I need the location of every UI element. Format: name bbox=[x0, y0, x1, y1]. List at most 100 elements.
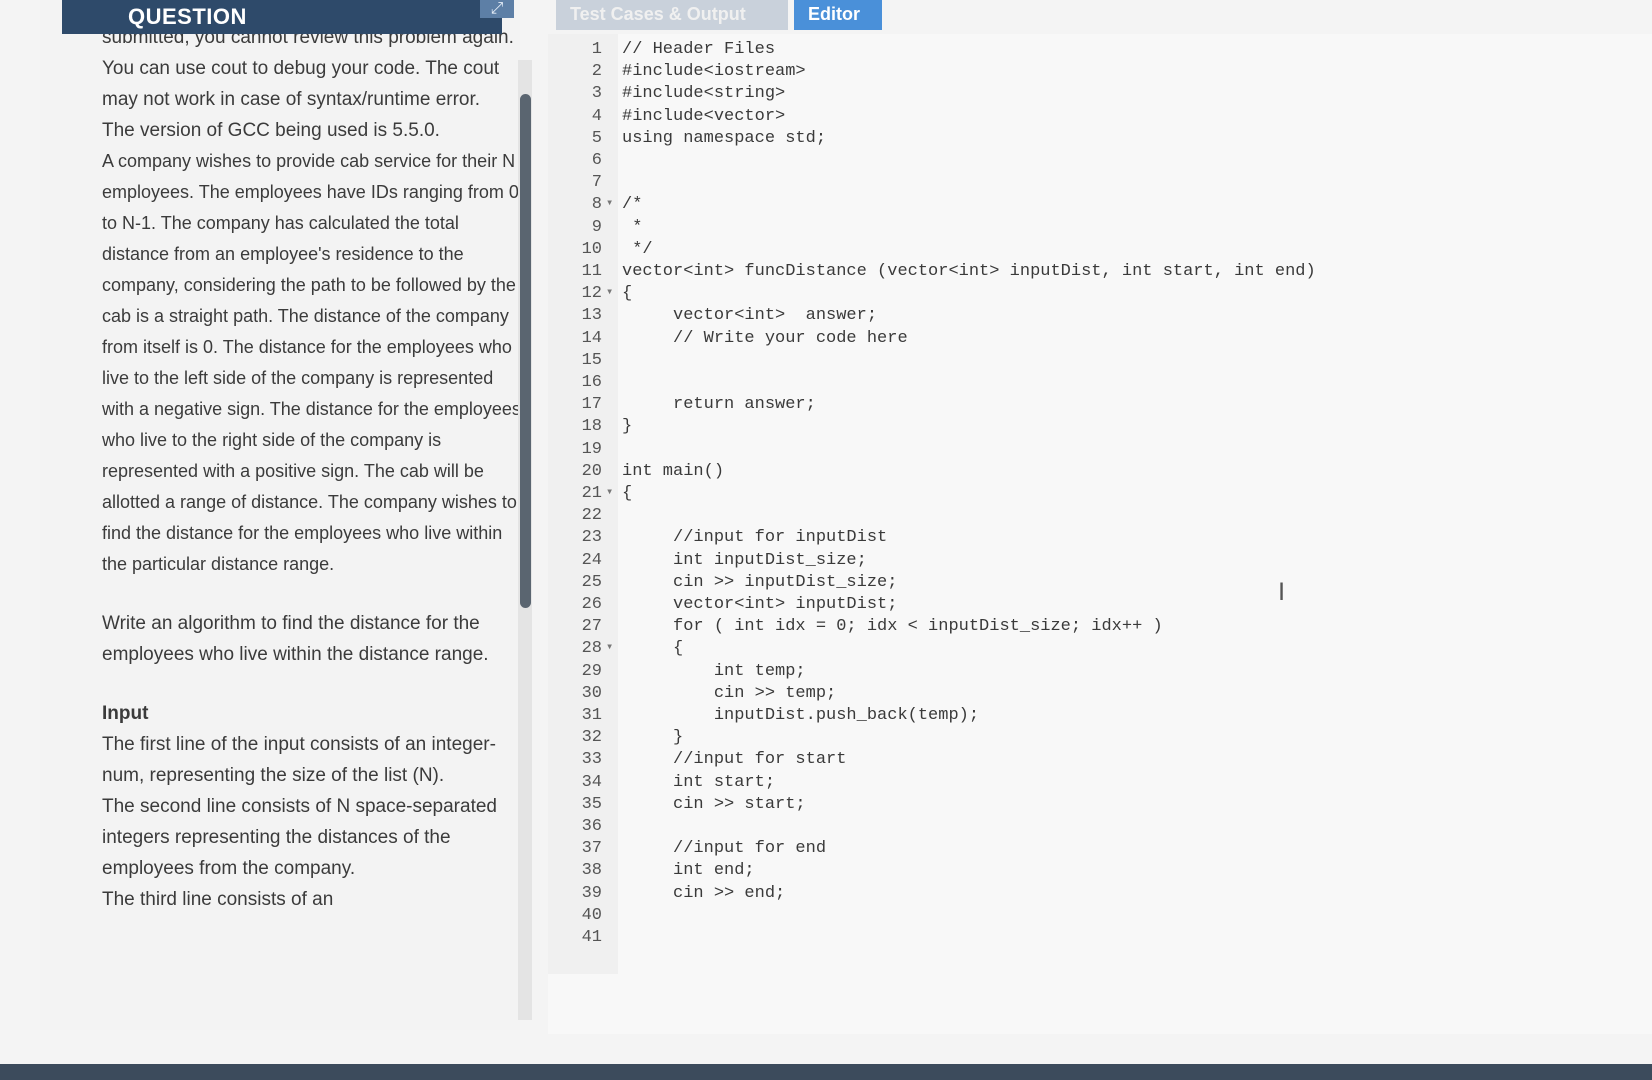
code-text: #include<vector> bbox=[622, 106, 786, 126]
code-text: * bbox=[622, 217, 643, 237]
code-line[interactable]: 35 cin >> start; bbox=[548, 795, 1608, 817]
code-line[interactable]: 17 return answer; bbox=[548, 395, 1608, 417]
line-number: 21 bbox=[581, 484, 602, 503]
fold-toggle-icon[interactable]: ▾ bbox=[606, 484, 613, 499]
line-number: 28 bbox=[581, 639, 602, 659]
text-cursor-icon: I bbox=[1278, 578, 1286, 606]
code-text: { bbox=[622, 484, 633, 503]
code-text: // Write your code here bbox=[622, 328, 908, 348]
code-line[interactable]: 14 // Write your code here bbox=[548, 329, 1608, 351]
code-line[interactable]: 33 //input for start bbox=[548, 750, 1608, 772]
code-line[interactable]: 32 } bbox=[548, 728, 1608, 750]
taskbar bbox=[0, 1064, 1652, 1080]
code-line[interactable]: 27 for ( int idx = 0; idx < inputDist_si… bbox=[548, 617, 1608, 639]
code-line[interactable]: 40 bbox=[548, 906, 1608, 928]
code-line[interactable]: 30 cin >> temp; bbox=[548, 684, 1608, 706]
code-text: int end; bbox=[622, 861, 755, 881]
tab-test-cases-output[interactable]: Test Cases & Output bbox=[556, 0, 788, 30]
code-line[interactable]: 39 cin >> end; bbox=[548, 884, 1608, 906]
code-line[interactable]: 2 #include<iostream> bbox=[548, 62, 1608, 84]
code-line[interactable]: 19 bbox=[548, 440, 1608, 462]
code-line[interactable]: 37 //input for end bbox=[548, 839, 1608, 861]
line-number: 15 bbox=[581, 350, 602, 370]
collapse-icon: ⤢ bbox=[490, 0, 504, 17]
code-line[interactable]: 12 ▾ { bbox=[548, 284, 1608, 306]
line-number: 31 bbox=[581, 706, 602, 725]
line-number: 26 bbox=[581, 595, 602, 614]
line-number: 38 bbox=[581, 861, 602, 881]
fold-toggle-icon[interactable]: ▾ bbox=[606, 284, 613, 299]
code-line[interactable]: 23 //input for inputDist bbox=[548, 528, 1608, 550]
code-line[interactable]: 10 */ bbox=[548, 240, 1608, 262]
code-line[interactable]: 20 int main() bbox=[548, 462, 1608, 484]
line-number: 32 bbox=[581, 728, 602, 748]
input-heading: Input bbox=[102, 703, 149, 724]
screen: submitted, you cannot review this proble… bbox=[0, 0, 1652, 1064]
code-line[interactable]: 5 using namespace std; bbox=[548, 129, 1608, 151]
line-number: 29 bbox=[581, 661, 602, 681]
code-text: #include<string> bbox=[622, 84, 786, 104]
line-number: 6 bbox=[591, 151, 602, 170]
code-line[interactable]: 18} bbox=[548, 417, 1608, 439]
line-number: 3 bbox=[591, 84, 602, 104]
tab-editor[interactable]: Editor bbox=[794, 0, 882, 30]
code-line[interactable]: 41 bbox=[548, 928, 1608, 950]
code-text: using namespace std; bbox=[622, 128, 827, 148]
code-editor[interactable]: 1 // Header Files 2 #include<iostream> 3 #inc… bbox=[548, 34, 1652, 1034]
code-text: vector<int> inputDist; bbox=[622, 595, 898, 614]
line-number: 11 bbox=[581, 262, 602, 281]
input-line-2: The second line consists of N space-sepa… bbox=[102, 796, 497, 879]
code-text: return answer; bbox=[622, 395, 816, 415]
line-number: 2 bbox=[591, 62, 602, 82]
fold-toggle-icon[interactable]: ▾ bbox=[606, 639, 613, 654]
code-text: // Header Files bbox=[622, 40, 776, 59]
code-line[interactable]: 38 int end; bbox=[548, 861, 1608, 883]
code-line[interactable]: 9 * bbox=[548, 218, 1608, 240]
question-paragraph: submitted, you cannot review this proble… bbox=[102, 27, 514, 110]
line-number: 40 bbox=[581, 905, 602, 925]
question-text: submitted, you cannot review this proble… bbox=[102, 16, 520, 915]
collapse-panel-button[interactable]: ⤢ bbox=[480, 0, 514, 18]
code-text: { bbox=[622, 639, 684, 659]
code-text: vector<int> funcDistance (vector<int> in… bbox=[622, 262, 1316, 281]
code-text: for ( int idx = 0; idx < inputDist_size;… bbox=[622, 617, 1163, 637]
code-line[interactable]: 24 int inputDist_size; bbox=[548, 551, 1608, 573]
code-line[interactable]: 28 ▾ { bbox=[548, 639, 1608, 661]
code-line[interactable]: 1 // Header Files bbox=[548, 40, 1608, 62]
problem-description: A company wishes to provide cab service … bbox=[102, 151, 520, 574]
scrollbar-thumb[interactable] bbox=[520, 94, 531, 608]
input-line-3: The third line consists of an bbox=[102, 889, 334, 910]
code-line[interactable]: 15 bbox=[548, 351, 1608, 373]
code-line[interactable]: 26 vector<int> inputDist; bbox=[548, 595, 1608, 617]
code-line[interactable]: 36 bbox=[548, 817, 1608, 839]
code-line[interactable]: 22 bbox=[548, 506, 1608, 528]
fold-toggle-icon[interactable]: ▾ bbox=[606, 195, 613, 210]
code-text: } bbox=[622, 728, 684, 748]
code-line[interactable]: 11 vector<int> funcDistance (vector<int> … bbox=[548, 262, 1608, 284]
line-number: 34 bbox=[581, 772, 602, 792]
line-number: 5 bbox=[591, 128, 602, 148]
line-number: 12 bbox=[581, 284, 602, 304]
code-text: cin >> temp; bbox=[622, 683, 837, 703]
code-text: //input for end bbox=[622, 839, 827, 859]
line-number: 25 bbox=[581, 572, 602, 592]
code-line[interactable]: 34 int start; bbox=[548, 773, 1608, 795]
line-number: 4 bbox=[591, 106, 602, 126]
code-line[interactable]: 6 bbox=[548, 151, 1608, 173]
code-line[interactable]: 3 #include<string> bbox=[548, 84, 1608, 106]
line-number: 33 bbox=[581, 750, 602, 770]
code-line[interactable]: 13 vector<int> answer; bbox=[548, 306, 1608, 328]
code-line[interactable]: 21 ▾ { bbox=[548, 484, 1608, 506]
code-line[interactable]: 8 ▾ /* bbox=[548, 195, 1608, 217]
line-number: 41 bbox=[581, 928, 602, 947]
code-line[interactable]: 16 bbox=[548, 373, 1608, 395]
line-number: 14 bbox=[581, 328, 602, 348]
code-line[interactable]: 25 cin >> inputDist_size; bbox=[548, 573, 1608, 595]
code-text: inputDist.push_back(temp); bbox=[622, 706, 980, 725]
question-scrollbar[interactable] bbox=[518, 60, 532, 1020]
line-number: 16 bbox=[581, 373, 602, 392]
code-line[interactable]: 31 inputDist.push_back(temp); bbox=[548, 706, 1608, 728]
code-line[interactable]: 4 #include<vector> bbox=[548, 107, 1608, 129]
code-line[interactable]: 7 bbox=[548, 173, 1608, 195]
code-line[interactable]: 29 int temp; bbox=[548, 662, 1608, 684]
